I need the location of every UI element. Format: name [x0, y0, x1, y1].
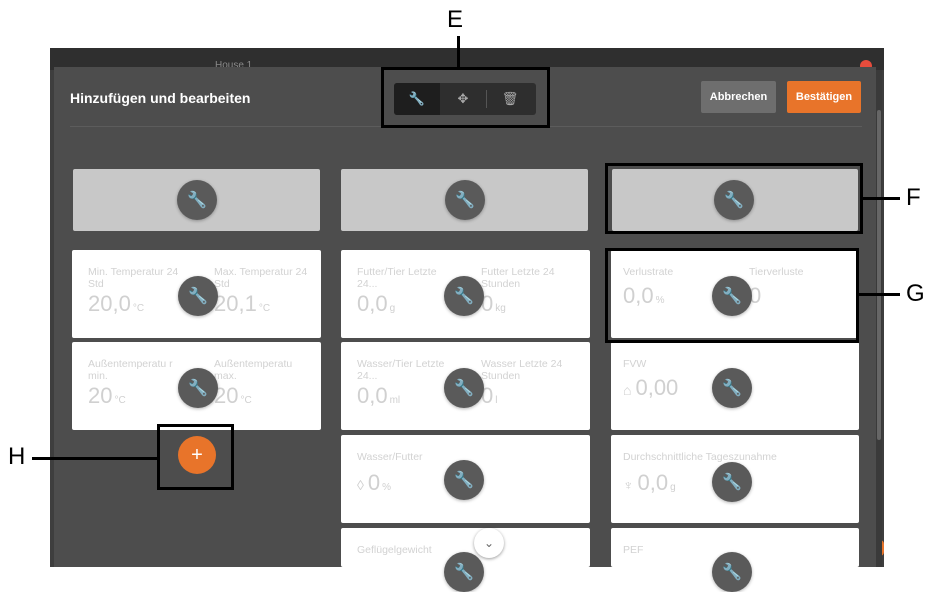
unit-text: kg	[495, 303, 506, 314]
scrollbar-thumb[interactable]	[877, 110, 881, 440]
metric-value: 20 °C	[214, 384, 314, 413]
configure-widget-button[interactable]: 🔧	[444, 460, 484, 500]
water-per-animal-metric: Wasser/Tier Letzte 24... 0,0 ml	[357, 358, 457, 413]
callout-label-h: H	[8, 443, 26, 470]
callout-label-e: E	[447, 6, 464, 33]
scroll-down-button[interactable]: ⌄	[474, 528, 504, 558]
bird-icon: ♆	[623, 477, 634, 493]
callout-line-e	[457, 36, 460, 68]
wrench-icon: 🔧	[454, 380, 474, 397]
metric-label: FVW	[623, 358, 647, 370]
callout-box-e	[381, 67, 550, 128]
metric-label: Futter/Tier Letzte 24...	[357, 266, 437, 290]
configure-widget-button[interactable]: 🔧	[178, 276, 218, 316]
callout-box-g	[605, 248, 859, 343]
cancel-button[interactable]: Abbrechen	[701, 81, 776, 113]
chevron-down-icon: ⌄	[483, 536, 495, 550]
callout-line-g	[858, 293, 900, 296]
callout-label-g: G	[906, 280, 925, 307]
wrench-icon: 🔧	[455, 192, 475, 209]
metric-value: 0l	[481, 384, 581, 413]
metric-value: 0,0 ml	[357, 384, 457, 413]
metric-label: Min. Temperatur 24 Std	[88, 266, 179, 290]
unit-text: °C	[114, 395, 126, 406]
unit-text: °C	[258, 303, 271, 314]
unit-text: ml	[389, 395, 401, 406]
drop-icon: ◊	[357, 477, 364, 493]
outside-min-metric: Außentemperatu r min. 20 °C	[88, 358, 188, 413]
unit-text: g	[670, 482, 676, 493]
value-text: 20,1	[214, 291, 257, 316]
outside-max-metric: Außentemperatu max. 20 °C	[214, 358, 314, 413]
wrench-icon: 🔧	[188, 288, 208, 305]
feed-per-animal-metric: Futter/Tier Letzte 24... 0,0 g	[357, 266, 457, 321]
callout-box-f	[605, 163, 863, 234]
unit-text: g	[389, 303, 396, 314]
configure-widget-button[interactable]: 🔧	[712, 368, 752, 408]
callout-line-h	[32, 457, 159, 460]
wrench-icon: 🔧	[454, 472, 474, 489]
callout-label-f: F	[906, 184, 921, 211]
configure-widget-button[interactable]: 🔧	[712, 552, 752, 592]
value-text: 20	[88, 383, 113, 408]
configure-widget-button[interactable]: 🔧	[177, 180, 217, 220]
metric-label: Wasser Letzte 24 Stunden	[481, 358, 563, 382]
value-text: 0,00	[635, 375, 679, 400]
wrench-icon: 🔧	[454, 288, 474, 305]
wrench-icon: 🔧	[722, 564, 742, 581]
min-temp-metric: Min. Temperatur 24 Std 20,0 °C	[88, 266, 188, 321]
configure-widget-button[interactable]: 🔧	[445, 180, 485, 220]
unit-text: °C	[132, 303, 145, 314]
metric-label: Außentemperatu max.	[214, 358, 293, 382]
value-text: 20,0	[88, 291, 131, 316]
configure-widget-button[interactable]: 🔧	[444, 368, 484, 408]
value-text: 0,0	[357, 383, 388, 408]
wrench-icon: 🔧	[722, 380, 742, 397]
configure-widget-button[interactable]: 🔧	[712, 462, 752, 502]
metric-label: Futter Letzte 24 Stunden	[481, 266, 555, 290]
panel-title: Hinzufügen und bearbeiten	[70, 90, 251, 106]
callout-box-h	[157, 424, 234, 490]
feed-24h-metric: Futter Letzte 24 Stunden 0 kg	[481, 266, 581, 321]
wrench-icon: 🔧	[454, 564, 474, 581]
metric-label: Max. Temperatur 24 Std	[214, 266, 308, 290]
metric-value: 0 kg	[481, 292, 581, 321]
metric-value: 0,0 g	[357, 292, 457, 321]
configure-widget-button[interactable]: 🔧	[178, 368, 218, 408]
metric-value: 20 °C	[88, 384, 188, 413]
configure-widget-button[interactable]: 🔧	[444, 276, 484, 316]
unit-text: %	[382, 482, 392, 493]
configure-widget-button[interactable]: 🔧	[444, 552, 484, 592]
metric-label: Außentemperatu r min.	[88, 358, 173, 382]
metric-value: 20,0 °C	[88, 292, 188, 321]
metric-value: 20,1 °C	[214, 292, 314, 321]
value-text: 0	[367, 470, 381, 495]
wrench-icon: 🔧	[187, 192, 207, 209]
confirm-button[interactable]: Bestätigen	[787, 81, 861, 113]
water-24h-metric: Wasser Letzte 24 Stunden 0l	[481, 358, 581, 413]
max-temp-metric: Max. Temperatur 24 Std 20,1 °C	[214, 266, 314, 321]
scale-icon: ⌂	[623, 382, 632, 398]
unit-text: °C	[240, 395, 252, 406]
value-text: 0,0	[637, 470, 669, 495]
wrench-icon: 🔧	[188, 380, 208, 397]
value-text: 0,0	[357, 291, 388, 316]
wrench-icon: 🔧	[722, 474, 742, 491]
unit-text: l	[495, 395, 498, 406]
callout-line-f	[862, 197, 900, 200]
metric-label: Wasser/Tier Letzte 24...	[357, 358, 445, 382]
